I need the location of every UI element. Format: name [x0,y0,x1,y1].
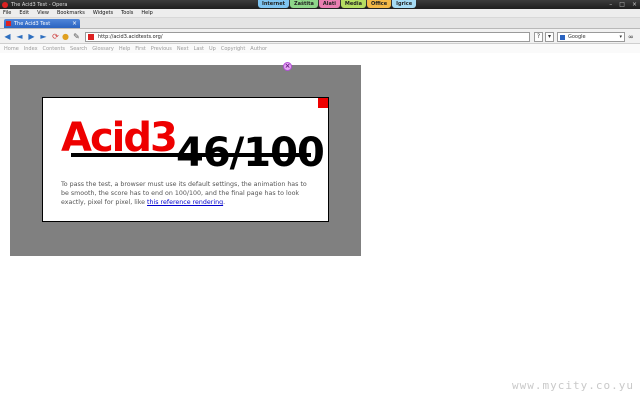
rewind-icon[interactable]: ◄ [15,32,24,41]
nav-contents[interactable]: Contents [43,46,66,52]
nav-help[interactable]: Help [119,46,130,52]
nav-last[interactable]: Last [194,46,204,52]
search-field[interactable]: Google ▾ [557,32,625,42]
title-bar: The Acid3 Test - Opera Internet Zaštita … [0,0,640,9]
category-tab-media[interactable]: Media [340,0,366,8]
close-icon[interactable]: × [632,1,637,8]
category-tab-zastita[interactable]: Zaštita [290,0,318,8]
minimize-icon[interactable]: – [609,1,612,8]
tab-acid3[interactable]: The Acid3 Test × [4,19,80,28]
menu-edit[interactable]: Edit [19,10,29,16]
back-icon[interactable]: ◀ [3,32,12,41]
address-toolbar: ◀ ◄ ▶ ► ⟳ ● ✎ http://acid3.acidtests.org… [0,29,640,44]
strike-line [71,153,311,157]
nav-first[interactable]: First [135,46,146,52]
edit-icon[interactable]: ✎ [72,32,81,41]
category-tab-internet[interactable]: Internet [258,0,290,8]
nav-copyright[interactable]: Copyright [221,46,245,52]
search-dropdown-icon[interactable]: ▾ [619,34,622,40]
maximize-icon[interactable]: □ [619,1,625,8]
page-content: × Acid3 46/100 To pass the test, a brows… [0,53,640,400]
nav-up[interactable]: Up [209,46,216,52]
close-x-icon: × [283,62,292,71]
menu-tools[interactable]: Tools [121,10,133,16]
address-value: http://acid3.acidtests.org/ [98,34,163,40]
category-tab-igrice[interactable]: Igrice [392,0,417,8]
nav-next[interactable]: Next [177,46,189,52]
menu-widgets[interactable]: Widgets [93,10,113,16]
watermark: www.mycity.co.yu [512,379,634,392]
menu-bar: File Edit View Bookmarks Widgets Tools H… [0,9,640,18]
forward-icon[interactable]: ▶ [27,32,36,41]
category-tab-office[interactable]: Office [366,0,392,8]
search-engine-icon [560,34,565,40]
home-icon[interactable]: ● [61,32,70,41]
address-field[interactable]: http://acid3.acidtests.org/ [85,32,530,42]
explanation-text: To pass the test, a browser must use its… [61,180,315,207]
tab-close-icon[interactable]: × [72,20,77,27]
search-engine: Google [568,34,586,40]
nav-previous[interactable]: Previous [151,46,172,52]
nav-glossary[interactable]: Glossary [92,46,114,52]
explanation-text-after: . [223,199,226,206]
acid3-result-box: Acid3 46/100 To pass the test, a browser… [42,97,329,222]
tab-title: The Acid3 Test [14,20,51,27]
category-tabs: Internet Zaštita Alati Media Office Igri… [258,0,417,9]
menu-file[interactable]: File [3,10,11,16]
address-dropdown-icon[interactable]: ▾ [545,32,554,42]
category-tab-alati[interactable]: Alati [318,0,340,8]
help-icon[interactable]: ? [534,32,543,42]
page-favicon-icon [6,21,11,26]
nav-home[interactable]: Home [4,46,19,52]
site-icon [88,34,94,40]
opera-icon [2,1,8,8]
red-square [318,98,328,108]
tab-bar: The Acid3 Test × [0,18,640,29]
nav-author[interactable]: Author [250,46,267,52]
nav-index[interactable]: Index [24,46,38,52]
menu-bookmarks[interactable]: Bookmarks [57,10,85,16]
navigation-toolbar: Home Index Contents Search Glossary Help… [0,44,640,53]
window-controls: – □ × [609,1,637,8]
window-title: The Acid3 Test - Opera [11,1,68,8]
binoculars-icon[interactable]: ∞ [628,33,634,41]
reload-icon[interactable]: ⟳ [51,32,60,41]
nav-search[interactable]: Search [70,46,87,52]
fast-forward-icon[interactable]: ► [39,32,48,41]
reference-rendering-link[interactable]: this reference rendering [147,199,223,206]
menu-help[interactable]: Help [141,10,152,16]
menu-view[interactable]: View [37,10,49,16]
